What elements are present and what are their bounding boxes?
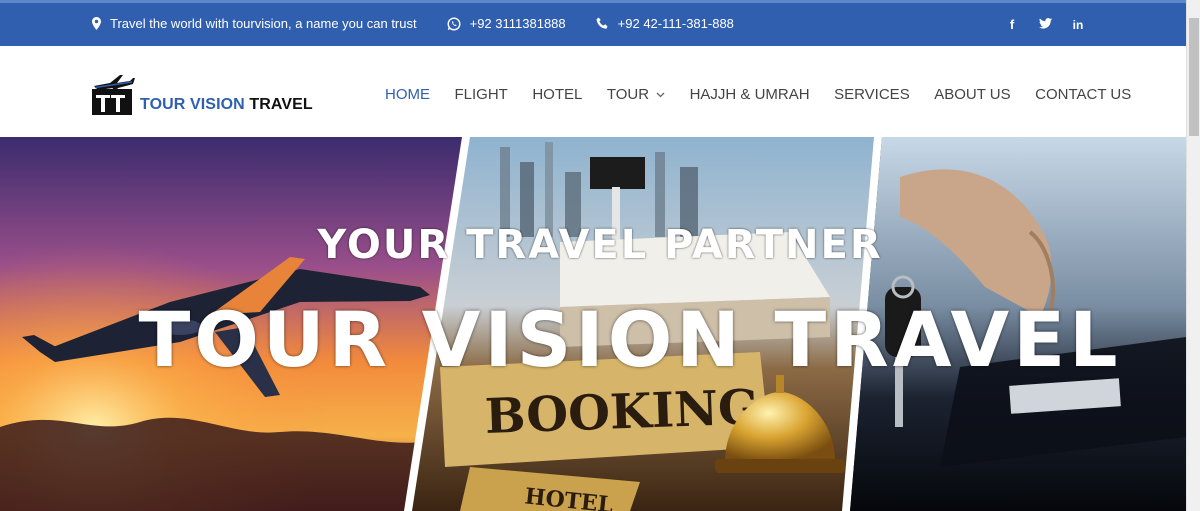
tagline-item: Travel the world with tourvision, a name… (92, 16, 417, 31)
main-menu: HOME FLIGHT HOTEL TOUR HAJJH & UMRAH SER… (385, 86, 1156, 103)
nav-contact-us[interactable]: CONTACT US (1035, 86, 1131, 103)
whatsapp-number[interactable]: +92 3111381888 (470, 16, 566, 31)
plane-logo-icon (92, 75, 135, 115)
main-navbar: TOUR VISION TRAVEL HOME FLIGHT HOTEL TOU… (0, 46, 1186, 137)
hero-banner: BOOKING HOTEL YOUR TRAVEL PARTNER TOUR V… (0, 137, 1186, 511)
site-logo[interactable]: TOUR VISION TRAVEL (92, 73, 313, 115)
tagline-text: Travel the world with tourvision, a name… (110, 16, 417, 31)
hero-tagline: YOUR TRAVEL PARTNER (317, 222, 883, 268)
map-pin-icon (92, 17, 101, 30)
nav-services[interactable]: SERVICES (834, 86, 910, 103)
logo-text-dark: TRAVEL (244, 96, 313, 113)
phone-number[interactable]: +92 42-111-381-888 (618, 16, 734, 31)
whatsapp-icon (447, 16, 461, 31)
nav-hajj-umrah[interactable]: HAJJH & UMRAH (690, 86, 810, 103)
logo-text: TOUR VISION TRAVEL (140, 96, 313, 114)
hero-title: TOUR VISION TRAVEL (138, 295, 1122, 384)
nav-home[interactable]: HOME (385, 86, 430, 103)
whatsapp-item[interactable]: +92 3111381888 (447, 16, 566, 31)
page: Travel the world with tourvision, a name… (0, 0, 1200, 511)
chevron-down-icon (656, 92, 665, 97)
nav-flight[interactable]: FLIGHT (455, 86, 508, 103)
top-info-bar: Travel the world with tourvision, a name… (0, 0, 1186, 46)
phone-icon (596, 17, 608, 29)
nav-tour-label: TOUR (606, 86, 650, 103)
scrollbar-thumb[interactable] (1189, 18, 1199, 136)
nav-tour[interactable]: TOUR (607, 86, 665, 103)
nav-about-us[interactable]: ABOUT US (934, 86, 1010, 103)
facebook-icon[interactable]: f (1004, 17, 1020, 33)
social-links: f in (987, 17, 1086, 33)
phone-item[interactable]: +92 42-111-381-888 (596, 16, 734, 31)
booking-sign-text: BOOKING (484, 379, 760, 445)
page-scrollbar[interactable] (1186, 0, 1200, 511)
logo-text-blue: TOUR VISION (140, 96, 245, 113)
linkedin-icon[interactable]: in (1070, 17, 1086, 33)
nav-hotel[interactable]: HOTEL (532, 86, 582, 103)
twitter-icon[interactable] (1037, 17, 1053, 33)
